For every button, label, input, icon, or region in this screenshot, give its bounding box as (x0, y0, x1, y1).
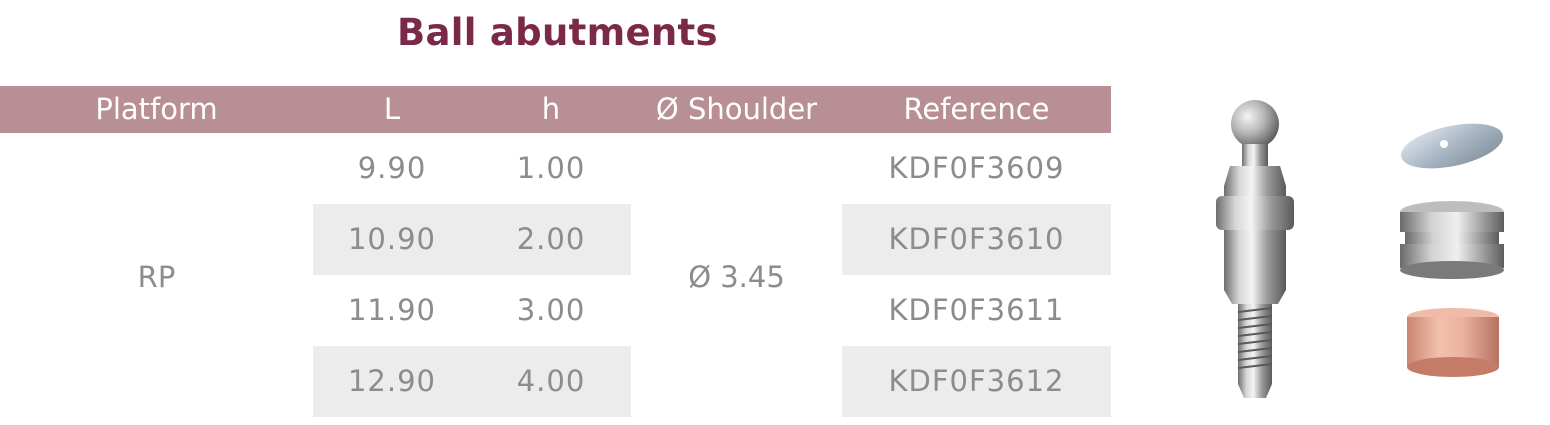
cell-reference: KDF0F3610 (888, 222, 1065, 256)
cell-height: 2.00 (516, 222, 586, 256)
table-header: Platform L h Ø Shoulder Reference (0, 86, 1111, 133)
header-length: L (383, 92, 401, 126)
shoulder-cell: Ø 3.45 (688, 260, 785, 294)
header-height: h (541, 92, 561, 126)
ball-abutment-image (1216, 100, 1294, 398)
cell-length: 12.90 (347, 364, 437, 398)
washer-image (1400, 123, 1504, 169)
header-shoulder: Ø Shoulder (655, 92, 818, 126)
cell-length: 10.90 (347, 222, 437, 256)
cell-length: 9.90 (357, 151, 427, 185)
cell-height: 3.00 (516, 293, 586, 327)
platform-cell: RP (137, 260, 176, 294)
header-reference: Reference (903, 92, 1050, 126)
cell-reference: KDF0F3609 (888, 151, 1065, 185)
page-title: Ball abutments (397, 11, 718, 54)
cell-reference: KDF0F3612 (888, 364, 1065, 398)
cell-length: 11.90 (347, 293, 437, 327)
header-platform: Platform (95, 92, 218, 126)
cell-height: 1.00 (516, 151, 586, 185)
cell-height: 4.00 (516, 364, 586, 398)
cell-reference: KDF0F3611 (888, 293, 1065, 327)
retention-insert-image (1407, 308, 1499, 377)
metal-housing-image (1400, 201, 1504, 279)
